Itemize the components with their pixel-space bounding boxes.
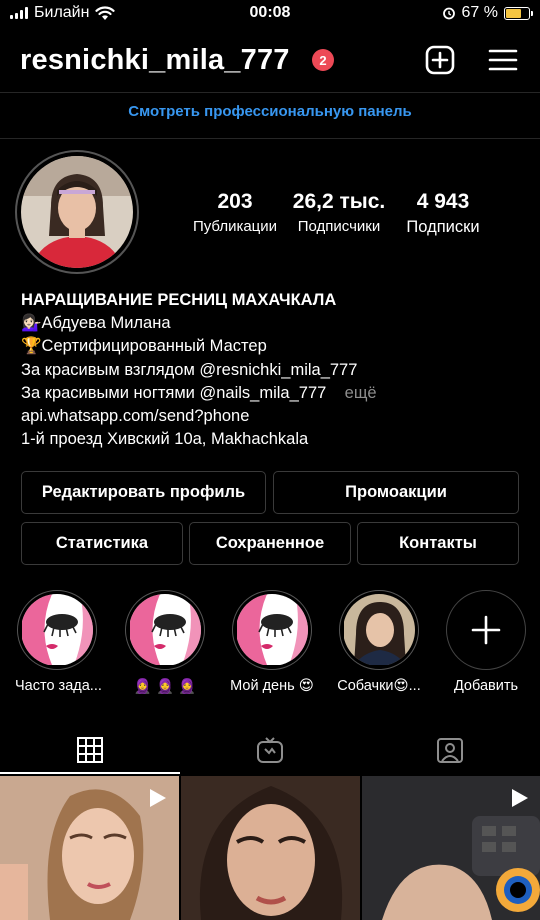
- lashes-highlight-cover: [21, 594, 93, 666]
- tab-indicator: [0, 772, 180, 774]
- video-icon: [150, 789, 166, 807]
- lashes-highlight-cover: [236, 594, 308, 666]
- post-thumbnail[interactable]: [0, 776, 179, 920]
- statistics-button[interactable]: Статистика: [21, 522, 183, 565]
- overlay-logo-icon: [496, 868, 540, 912]
- highlight-dogs[interactable]: Собачки😍...: [337, 590, 421, 694]
- alarm-icon: [442, 7, 455, 20]
- edit-profile-button[interactable]: Редактировать профиль: [21, 471, 266, 514]
- bio-name: НАРАЩИВАНИЕ РЕСНИЦ МАХАЧКАЛА: [21, 291, 337, 309]
- menu-icon[interactable]: [487, 44, 519, 76]
- stat-posts-label: Публикации: [192, 218, 278, 235]
- stat-following[interactable]: 4 943 Подписки: [393, 190, 493, 237]
- avatar: [21, 156, 133, 268]
- bio-line: 💁🏻‍♀️Абдуева Милана: [21, 314, 171, 333]
- highlight-label: 🧕 🧕 🧕: [133, 679, 197, 695]
- highlight-label: Мой день 😍: [230, 678, 314, 694]
- contacts-button[interactable]: Контакты: [357, 522, 519, 565]
- add-post-icon[interactable]: [424, 44, 456, 76]
- bio-address[interactable]: 1-й проезд Хивский 10а, Makhachkala: [21, 428, 377, 451]
- notification-badge[interactable]: 2: [312, 49, 334, 71]
- highlight-women[interactable]: 🧕 🧕 🧕: [123, 590, 207, 695]
- stat-followers-label: Подписчики: [297, 218, 381, 235]
- plus-icon: [471, 615, 501, 645]
- tab-grid[interactable]: [0, 727, 180, 773]
- tab-tagged[interactable]: [360, 727, 540, 773]
- highlight-faq[interactable]: Часто зада...: [15, 590, 102, 694]
- status-bar: Билайн 00:08 67 %: [0, 0, 540, 28]
- bio-line: За красивыми ногтями @nails_mila_777 ещё: [21, 383, 377, 402]
- bio-line: За красивым взглядом @resnichki_mila_777: [21, 360, 358, 379]
- panel-divider: [0, 138, 540, 139]
- header-divider: [0, 92, 540, 93]
- igtv-icon: [257, 737, 283, 763]
- stat-following-value: 4 943: [416, 190, 470, 213]
- stat-posts-value: 203: [217, 190, 253, 213]
- woman-emoji-icon: 💁🏻‍♀️: [21, 314, 42, 333]
- highlight-label: Часто зада...: [15, 678, 102, 694]
- post-thumbnail[interactable]: [181, 776, 360, 920]
- profile-header: resnichki_mila_777 2: [0, 36, 540, 86]
- battery-percent: 67 %: [461, 4, 498, 21]
- bio-line: 🏆Сертифицированный Мастер: [21, 337, 267, 356]
- grid-icon: [77, 737, 103, 763]
- highlight-label: Добавить: [453, 678, 519, 694]
- promotions-button[interactable]: Промоакции: [273, 471, 519, 514]
- bio-more-link[interactable]: ещё: [345, 384, 377, 402]
- highlight-my-day[interactable]: Мой день 😍: [230, 590, 314, 694]
- highlight-label: Собачки😍...: [337, 678, 421, 694]
- trophy-emoji-icon: 🏆: [21, 337, 42, 356]
- stat-following-label: Подписки: [406, 218, 480, 236]
- bio-website-link[interactable]: api.whatsapp.com/send?phone: [21, 405, 377, 428]
- username[interactable]: resnichki_mila_777: [20, 44, 290, 77]
- lashes-highlight-cover: [129, 594, 201, 666]
- stat-posts[interactable]: 203 Публикации: [185, 190, 285, 235]
- professional-dashboard-link[interactable]: Смотреть профессиональную панель: [0, 103, 540, 120]
- portrait-highlight-cover: [343, 594, 415, 666]
- profile-bio: НАРАЩИВАНИЕ РЕСНИЦ МАХАЧКАЛА 💁🏻‍♀️Абдуев…: [21, 289, 377, 451]
- tab-igtv[interactable]: [180, 727, 360, 773]
- saved-button[interactable]: Сохраненное: [189, 522, 351, 565]
- floating-app-button[interactable]: [488, 860, 540, 912]
- tagged-icon: [437, 738, 463, 763]
- stat-followers[interactable]: 26,2 тыс. Подписчики: [288, 190, 390, 235]
- video-icon: [512, 789, 528, 807]
- stat-followers-value: 26,2 тыс.: [292, 190, 386, 213]
- battery-icon: [504, 6, 533, 20]
- profile-avatar[interactable]: [15, 150, 139, 274]
- highlight-add[interactable]: Добавить: [444, 590, 528, 694]
